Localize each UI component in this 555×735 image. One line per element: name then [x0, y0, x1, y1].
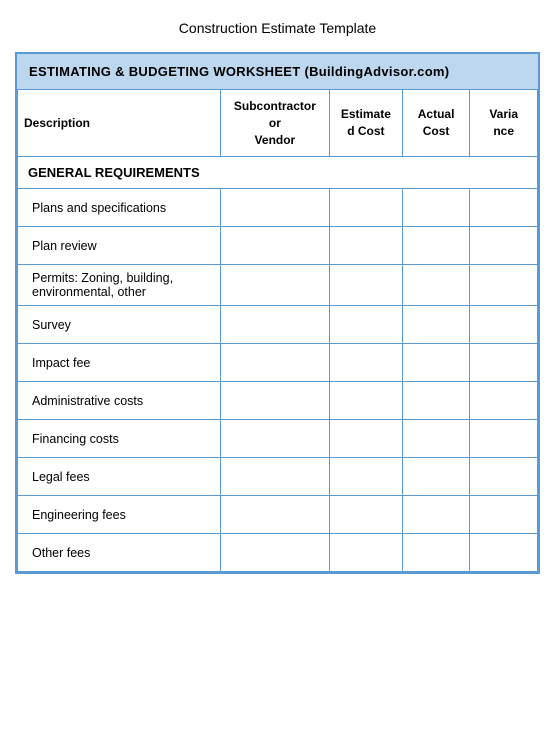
table-row: Survey — [18, 306, 538, 344]
table-row: Impact fee — [18, 344, 538, 382]
row-estimated — [329, 344, 402, 382]
row-variance — [470, 496, 538, 534]
row-description: Impact fee — [18, 344, 221, 382]
row-description: Plan review — [18, 227, 221, 265]
row-description: Legal fees — [18, 458, 221, 496]
row-actual — [402, 382, 470, 420]
row-variance — [470, 227, 538, 265]
row-estimated — [329, 306, 402, 344]
col-header-estimated: Estimated Cost — [329, 90, 402, 157]
row-subcontractor — [220, 227, 329, 265]
row-subcontractor — [220, 496, 329, 534]
section-header-general: GENERAL REQUIREMENTS — [18, 157, 538, 189]
row-subcontractor — [220, 534, 329, 572]
row-variance — [470, 344, 538, 382]
row-actual — [402, 496, 470, 534]
worksheet-header: ESTIMATING & BUDGETING WORKSHEET (Buildi… — [17, 54, 538, 89]
table-row: Other fees — [18, 534, 538, 572]
row-subcontractor — [220, 344, 329, 382]
row-subcontractor — [220, 189, 329, 227]
row-description: Financing costs — [18, 420, 221, 458]
row-description: Other fees — [18, 534, 221, 572]
table-row: Plan review — [18, 227, 538, 265]
row-variance — [470, 306, 538, 344]
row-subcontractor — [220, 458, 329, 496]
table-row: Permits: Zoning, building,environmental,… — [18, 265, 538, 306]
row-actual — [402, 189, 470, 227]
col-header-description: Description — [18, 90, 221, 157]
row-description: Plans and specifications — [18, 189, 221, 227]
worksheet-container: ESTIMATING & BUDGETING WORKSHEET (Buildi… — [15, 52, 540, 574]
row-estimated — [329, 227, 402, 265]
row-subcontractor — [220, 265, 329, 306]
row-variance — [470, 534, 538, 572]
row-subcontractor — [220, 420, 329, 458]
row-actual — [402, 458, 470, 496]
row-description: Engineering fees — [18, 496, 221, 534]
row-estimated — [329, 382, 402, 420]
col-header-actual: ActualCost — [402, 90, 470, 157]
row-variance — [470, 265, 538, 306]
row-actual — [402, 306, 470, 344]
worksheet-table: Description Subcontractor orVendor Estim… — [17, 89, 538, 572]
row-subcontractor — [220, 306, 329, 344]
table-header-row: Description Subcontractor orVendor Estim… — [18, 90, 538, 157]
row-variance — [470, 458, 538, 496]
table-row: Legal fees — [18, 458, 538, 496]
row-estimated — [329, 265, 402, 306]
row-actual — [402, 344, 470, 382]
row-actual — [402, 420, 470, 458]
section-label-general: GENERAL REQUIREMENTS — [18, 157, 538, 189]
table-row: Administrative costs — [18, 382, 538, 420]
table-row: Financing costs — [18, 420, 538, 458]
table-row: Plans and specifications — [18, 189, 538, 227]
row-description: Survey — [18, 306, 221, 344]
row-actual — [402, 265, 470, 306]
col-header-subcontractor: Subcontractor orVendor — [220, 90, 329, 157]
row-estimated — [329, 496, 402, 534]
row-variance — [470, 420, 538, 458]
col-header-variance: Variance — [470, 90, 538, 157]
row-estimated — [329, 420, 402, 458]
worksheet-title: ESTIMATING & BUDGETING WORKSHEET — [29, 64, 301, 79]
table-row: Engineering fees — [18, 496, 538, 534]
worksheet-source: (BuildingAdvisor.com) — [304, 64, 449, 79]
row-variance — [470, 382, 538, 420]
row-actual — [402, 227, 470, 265]
row-estimated — [329, 534, 402, 572]
row-subcontractor — [220, 382, 329, 420]
row-variance — [470, 189, 538, 227]
row-description: Administrative costs — [18, 382, 221, 420]
row-estimated — [329, 458, 402, 496]
row-actual — [402, 534, 470, 572]
row-description: Permits: Zoning, building,environmental,… — [18, 265, 221, 306]
page-title: Construction Estimate Template — [179, 20, 376, 36]
row-estimated — [329, 189, 402, 227]
